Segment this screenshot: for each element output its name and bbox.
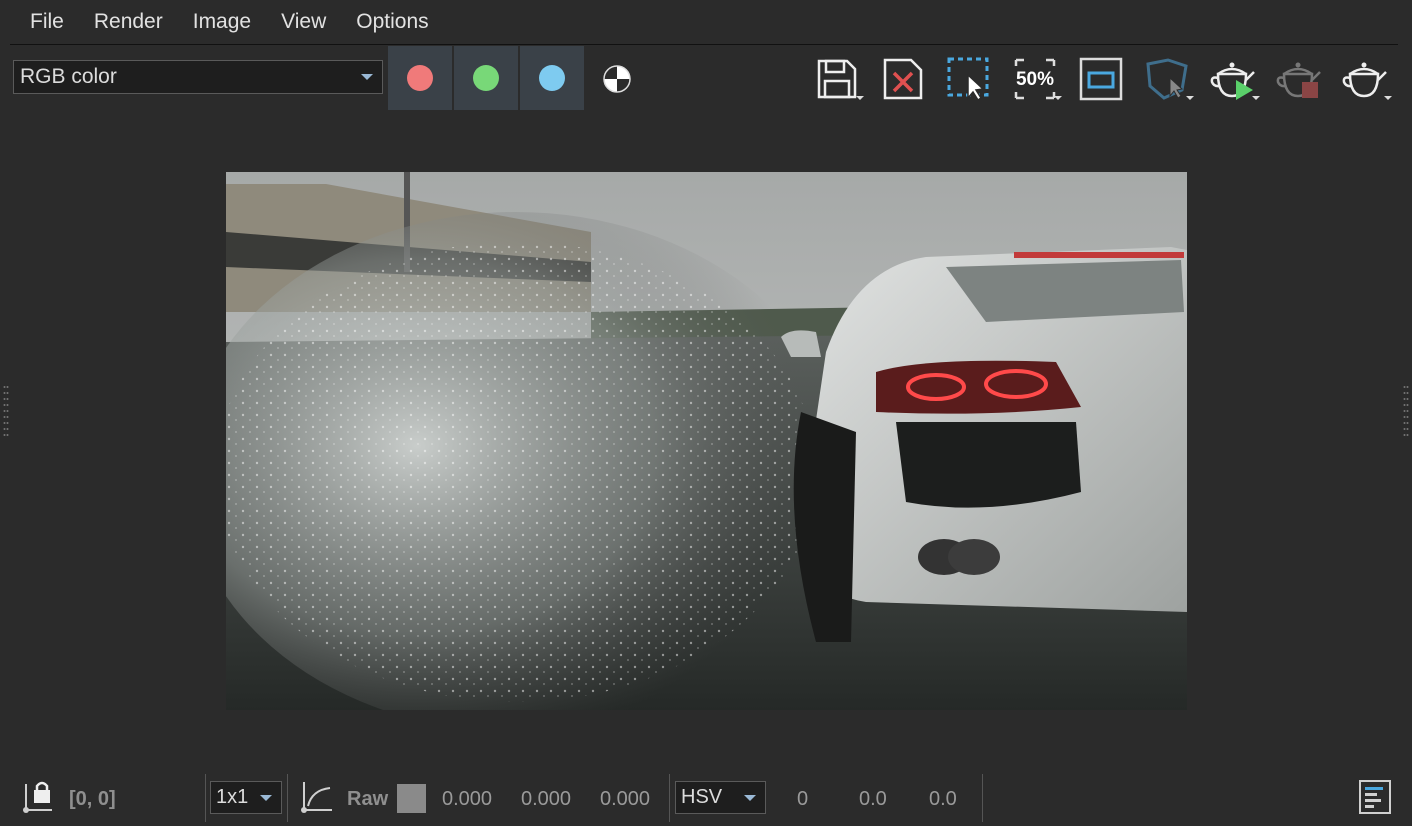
region-select-icon: [947, 57, 989, 102]
info-panel-button[interactable]: [1359, 780, 1391, 819]
region-select-button[interactable]: [946, 56, 992, 102]
red-dot-icon: [407, 65, 433, 91]
curve-toggle-button[interactable]: [300, 780, 334, 819]
chevron-down-icon: [361, 74, 373, 80]
color-space-select[interactable]: HSV: [675, 781, 766, 814]
zoom-icon: 50%: [1014, 58, 1056, 100]
separator: [669, 774, 670, 822]
zoom-button[interactable]: 50%: [1012, 56, 1062, 102]
stop-render-button[interactable]: [1276, 56, 1322, 102]
rendered-car-image: [226, 172, 1187, 710]
channel-select-value: RGB color: [20, 65, 117, 88]
sample-size-select[interactable]: 1x1: [210, 781, 282, 814]
frame-icon: [1079, 57, 1123, 101]
render-setup-icon: [1342, 62, 1387, 98]
blue-dot-icon: [539, 65, 565, 91]
grip-dots-icon: [3, 386, 9, 436]
lock-pixel-button[interactable]: [22, 780, 56, 819]
dropdown-arrow-icon: [1054, 96, 1062, 100]
separator: [982, 774, 983, 822]
render-setup-button[interactable]: [1342, 56, 1392, 102]
red-value: 0.000: [442, 788, 493, 810]
dropdown-arrow-icon: [1384, 96, 1392, 100]
render-button[interactable]: [1210, 56, 1260, 102]
clear-icon: [883, 58, 923, 100]
green-channel-button[interactable]: [454, 46, 518, 110]
chevron-down-icon: [260, 795, 272, 801]
frame-button[interactable]: [1078, 56, 1124, 102]
left-panel-grip[interactable]: [3, 383, 9, 439]
menu-options[interactable]: Options: [341, 10, 443, 34]
curve-icon: [301, 782, 332, 813]
alpha-channel-button[interactable]: [603, 65, 631, 93]
color-space-value: HSV: [681, 786, 723, 808]
clear-button[interactable]: [880, 56, 926, 102]
green-dot-icon: [473, 65, 499, 91]
lock-icon: [23, 781, 52, 813]
pixel-coords: [0, 0]: [69, 788, 116, 810]
status-bar: [0, 0] 1x1 Raw 0.000 0.000 0.000 HSV 0 0…: [0, 770, 1412, 826]
grip-dots-icon: [1403, 386, 1409, 436]
save-button[interactable]: [814, 56, 864, 102]
blue-channel-button[interactable]: [520, 46, 584, 110]
toolbar: RGB color 50%: [0, 46, 1412, 112]
menu-file[interactable]: File: [10, 10, 79, 34]
render-stop-icon: [1276, 62, 1321, 98]
track-mouse-icon: [1146, 58, 1188, 100]
dropdown-arrow-icon: [1186, 96, 1194, 100]
render-play-icon: [1210, 62, 1255, 100]
separator: [287, 774, 288, 822]
svg-text:50%: 50%: [1016, 69, 1054, 90]
alpha-icon: [603, 65, 631, 93]
dropdown-arrow-icon: [856, 96, 864, 100]
color-swatch: [397, 784, 426, 813]
separator: [205, 774, 206, 822]
render-viewport[interactable]: [226, 172, 1187, 710]
value-value: 0.0: [929, 788, 957, 810]
menu-render[interactable]: Render: [79, 10, 178, 34]
right-panel-grip[interactable]: [1403, 383, 1409, 439]
menu-bar: File Render Image View Options: [10, 0, 1398, 45]
chevron-down-icon: [744, 795, 756, 801]
dropdown-arrow-icon: [1252, 96, 1260, 100]
channel-select[interactable]: RGB color: [13, 60, 383, 94]
display-mode-label: Raw: [347, 788, 389, 810]
info-panel-icon: [1359, 780, 1391, 814]
menu-image[interactable]: Image: [178, 10, 266, 34]
sample-size-value: 1x1: [216, 786, 249, 808]
save-icon: [817, 59, 857, 99]
saturation-value: 0.0: [859, 788, 887, 810]
menu-view[interactable]: View: [266, 10, 341, 34]
hue-value: 0: [797, 788, 809, 810]
blue-value: 0.000: [600, 788, 651, 810]
green-value: 0.000: [521, 788, 572, 810]
track-mouse-button[interactable]: [1144, 56, 1194, 102]
red-channel-button[interactable]: [388, 46, 452, 110]
